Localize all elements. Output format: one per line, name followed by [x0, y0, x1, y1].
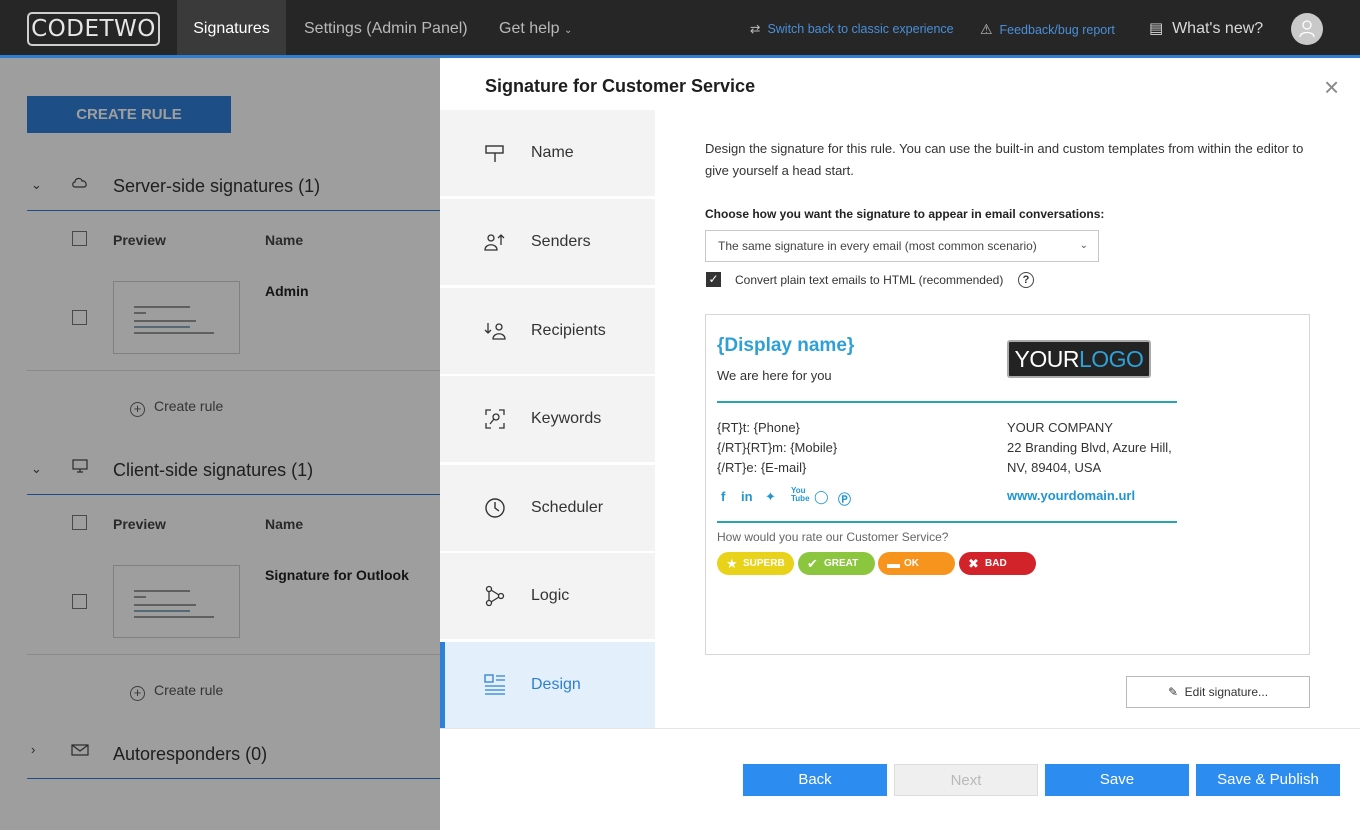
save-button[interactable]: Save [1045, 764, 1189, 796]
top-bar: CODETWO Signatures Settings (Admin Panel… [0, 0, 1360, 58]
feedback-label: Feedback/bug report [999, 23, 1115, 37]
clock-icon [485, 498, 505, 518]
convert-html-label: Convert plain text emails to HTML (recom… [735, 273, 1004, 287]
step-label: Name [531, 144, 574, 161]
nav-get-help-label: Get help [499, 20, 560, 37]
star-icon: ★ [726, 556, 738, 571]
step-design[interactable]: Design [440, 642, 655, 728]
feedback-link[interactable]: ⚠ Feedback/bug report [980, 0, 1115, 55]
logic-icon [485, 585, 505, 607]
step-label: Recipients [531, 322, 606, 339]
design-icon [484, 674, 505, 695]
nav-settings[interactable]: Settings (Admin Panel) [304, 0, 468, 55]
whats-new-label: What's new? [1172, 20, 1264, 37]
minus-icon: ▬ [887, 556, 900, 571]
facebook-icon[interactable]: f [721, 489, 725, 504]
keywords-icon [485, 409, 505, 429]
rating-great-button[interactable]: ✔ GREAT [798, 552, 875, 575]
avatar[interactable] [1291, 13, 1323, 45]
help-icon[interactable]: ? [1018, 272, 1034, 288]
chevron-down-icon: ⌄ [563, 25, 573, 36]
whats-new-link[interactable]: ▤ What's new? [1149, 0, 1263, 55]
step-label: Senders [531, 233, 591, 250]
twitter-icon[interactable]: ✦ [765, 489, 776, 505]
logo-text-left: YOUR [1014, 346, 1080, 372]
conversation-mode-label: Choose how you want the signature to app… [705, 207, 1105, 221]
senders-icon [484, 234, 505, 251]
signature-preview: {Display name} We are here for you YOURL… [705, 314, 1310, 655]
address-line-2: NV, 89404, USA [1007, 460, 1102, 475]
back-button[interactable]: Back [743, 764, 887, 796]
rating-bad-button[interactable]: ✖ BAD [959, 552, 1036, 575]
close-icon[interactable]: × [1324, 74, 1339, 100]
step-label: Keywords [531, 410, 602, 427]
rating-label: GREAT [824, 558, 859, 569]
user-icon [1299, 20, 1315, 38]
edit-signature-button[interactable]: ✎ Edit signature... [1126, 676, 1310, 708]
rating-superb-button[interactable]: ★ SUPERB [717, 552, 794, 575]
step-recipients[interactable]: Recipients [440, 288, 655, 374]
rating-label: BAD [985, 558, 1007, 569]
phone-line: {RT}t: {Phone} [717, 420, 800, 435]
step-label: Design [531, 676, 581, 693]
convert-html-checkbox[interactable]: ✓ [706, 272, 721, 287]
company-logo: YOURLOGO [1007, 340, 1151, 378]
conversation-mode-select[interactable]: The same signature in every email (most … [705, 230, 1099, 262]
instagram-icon[interactable]: ◯ [814, 489, 829, 505]
youtube-icon[interactable]: You Tube [791, 487, 810, 503]
footer-divider [440, 728, 1360, 729]
codetwo-logo[interactable]: CODETWO [27, 12, 160, 46]
rating-label: OK [904, 558, 919, 569]
address-line-1: 22 Branding Blvd, Azure Hill, [1007, 440, 1172, 455]
rating-label: SUPERB [743, 558, 785, 569]
recipients-icon [484, 323, 506, 340]
switch-classic-link[interactable]: ⇄ Switch back to classic experience [750, 0, 954, 55]
switch-classic-label: Switch back to classic experience [767, 22, 954, 36]
next-button[interactable]: Next [894, 764, 1038, 796]
panel-title: Signature for Customer Service [485, 76, 756, 96]
pencil-icon: ✎ [1167, 685, 1178, 699]
design-content: Design the signature for this rule. You … [655, 110, 1360, 728]
select-value: The same signature in every email (most … [718, 239, 1037, 253]
step-keywords[interactable]: Keywords [440, 376, 655, 462]
company-name: YOUR COMPANY [1007, 420, 1113, 435]
company-details: YOUR COMPANY 22 Branding Blvd, Azure Hil… [1007, 418, 1172, 478]
step-name[interactable]: Name [440, 110, 655, 196]
feedback-icon: ⚠ [980, 21, 993, 37]
nav-signatures[interactable]: Signatures [177, 0, 286, 55]
chevron-down-icon: ⌄ [1079, 240, 1088, 251]
contact-details: {RT}t: {Phone} {/RT}{RT}m: {Mobile} {/RT… [717, 418, 837, 478]
email-line: {/RT}e: {E-mail} [717, 460, 807, 475]
edit-signature-label: Edit signature... [1184, 685, 1269, 699]
modal-backdrop[interactable] [0, 58, 440, 830]
logo-text-right: LOGO [1078, 346, 1144, 372]
mobile-line: {/RT}{RT}m: {Mobile} [717, 440, 838, 455]
document-icon: ▤ [1149, 20, 1164, 37]
step-label: Logic [531, 587, 570, 604]
signpost-icon [485, 145, 504, 162]
switch-icon: ⇄ [750, 22, 761, 36]
rating-ok-button[interactable]: ▬ OK [878, 552, 955, 575]
display-name: {Display name} [717, 335, 855, 356]
check-icon: ✔ [807, 556, 818, 571]
rating-question: How would you rate our Customer Service? [717, 530, 949, 544]
tagline: We are here for you [717, 368, 832, 383]
step-scheduler[interactable]: Scheduler [440, 465, 655, 551]
pinterest-icon[interactable]: Ⓟ [838, 489, 851, 508]
design-description: Design the signature for this rule. You … [705, 141, 1304, 178]
wizard-steps: Name Senders Recipients Keywords Schedul… [440, 110, 655, 728]
nav-get-help[interactable]: Get help ⌄ [499, 0, 572, 55]
x-icon: ✖ [968, 556, 979, 571]
divider [717, 401, 1177, 403]
divider [717, 521, 1177, 523]
website-link[interactable]: www.yourdomain.url [1007, 488, 1135, 503]
linkedin-icon[interactable]: in [741, 489, 753, 504]
rule-wizard-panel: Signature for Customer Service × Name Se… [440, 58, 1360, 830]
step-senders[interactable]: Senders [440, 199, 655, 285]
step-label: Scheduler [531, 499, 604, 516]
step-logic[interactable]: Logic [440, 553, 655, 639]
save-publish-button[interactable]: Save & Publish [1196, 764, 1340, 796]
